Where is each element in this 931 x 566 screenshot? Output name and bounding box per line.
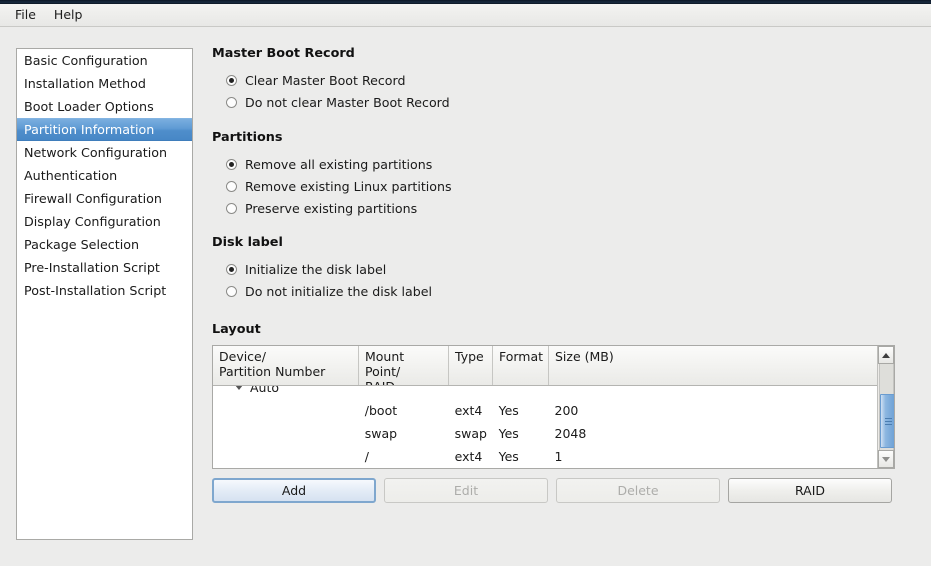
cell-format: Yes bbox=[498, 449, 519, 464]
cell-format: Yes bbox=[498, 403, 519, 418]
table-header-mount-line2: RAID bbox=[365, 379, 442, 385]
cell-device: Auto bbox=[213, 386, 359, 395]
table-body[interactable]: Auto /boot ext4 Yes 200 swap swap Yes 20… bbox=[213, 386, 878, 468]
radio-label-initialize-disk-label: Initialize the disk label bbox=[245, 261, 387, 277]
radio-row-do-not-clear-mbr[interactable]: Do not clear Master Boot Record bbox=[226, 91, 917, 113]
radio-icon-do-not-initialize-disk-label[interactable] bbox=[226, 285, 237, 297]
raid-button[interactable]: RAID bbox=[728, 478, 892, 503]
cell-mount: /boot bbox=[364, 403, 398, 418]
partition-information-panel: Master Boot Record Clear Master Boot Rec… bbox=[212, 46, 917, 503]
cell-type: ext4 bbox=[454, 403, 483, 418]
sidebar-item-authentication[interactable]: Authentication bbox=[17, 164, 192, 187]
sidebar-item-display-configuration[interactable]: Display Configuration bbox=[17, 210, 192, 233]
table-header-size[interactable]: Size (MB) bbox=[549, 346, 879, 385]
sidebar-item-pre-installation-script[interactable]: Pre-Installation Script bbox=[17, 256, 192, 279]
cell-size: 1 bbox=[554, 449, 563, 464]
radio-label-remove-all-partitions: Remove all existing partitions bbox=[245, 156, 433, 172]
sidebar-item-boot-loader-options[interactable]: Boot Loader Options bbox=[17, 95, 192, 118]
menu-item-file[interactable]: File bbox=[6, 5, 45, 25]
configuration-steps-list[interactable]: Basic Configuration Installation Method … bbox=[16, 48, 193, 540]
sidebar-item-partition-information[interactable]: Partition Information bbox=[17, 118, 192, 141]
table-header-device-line1: Device/ bbox=[219, 349, 266, 364]
radio-row-remove-linux-partitions[interactable]: Remove existing Linux partitions bbox=[226, 175, 917, 197]
section-title-layout: Layout bbox=[212, 322, 261, 337]
radio-icon-remove-all-partitions[interactable] bbox=[226, 158, 237, 170]
radio-icon-remove-linux-partitions[interactable] bbox=[226, 180, 237, 192]
radio-label-do-not-clear-mbr: Do not clear Master Boot Record bbox=[245, 94, 450, 110]
radio-label-do-not-initialize-disk-label: Do not initialize the disk label bbox=[245, 283, 433, 299]
table-row[interactable]: Auto bbox=[213, 386, 878, 399]
chevron-down-icon[interactable] bbox=[235, 386, 243, 390]
cell-device-text: Auto bbox=[250, 386, 280, 395]
sidebar-item-installation-method[interactable]: Installation Method bbox=[17, 72, 192, 95]
table-row[interactable]: / ext4 Yes 1 bbox=[213, 445, 878, 468]
table-header-row: Device/ Partition Number Mount Point/ RA… bbox=[213, 346, 894, 386]
menu-bar: File Help bbox=[0, 4, 931, 27]
radio-row-do-not-initialize-disk-label[interactable]: Do not initialize the disk label bbox=[226, 280, 917, 302]
radio-icon-initialize-disk-label[interactable] bbox=[226, 263, 237, 275]
section-title-disk-label: Disk label bbox=[212, 235, 283, 250]
sidebar-item-package-selection[interactable]: Package Selection bbox=[17, 233, 192, 256]
table-header-device-line2: Partition Number bbox=[219, 364, 326, 379]
scroll-down-button[interactable] bbox=[878, 450, 894, 468]
section-title-master-boot-record: Master Boot Record bbox=[212, 46, 355, 61]
menu-item-help[interactable]: Help bbox=[45, 5, 92, 25]
cell-size: 200 bbox=[554, 403, 579, 418]
main-content: Basic Configuration Installation Method … bbox=[0, 28, 931, 566]
delete-button: Delete bbox=[556, 478, 720, 503]
table-header-device[interactable]: Device/ Partition Number bbox=[213, 346, 359, 385]
table-row[interactable]: /boot ext4 Yes 200 bbox=[213, 399, 878, 422]
add-button[interactable]: Add bbox=[212, 478, 376, 503]
vertical-scrollbar[interactable] bbox=[877, 346, 894, 468]
scrollbar-trough[interactable] bbox=[879, 364, 894, 450]
chevron-down-icon bbox=[882, 456, 890, 462]
scrollbar-thumb[interactable] bbox=[880, 394, 894, 448]
radio-label-preserve-partitions: Preserve existing partitions bbox=[245, 200, 418, 216]
radio-row-initialize-disk-label[interactable]: Initialize the disk label bbox=[226, 258, 917, 280]
cell-type: swap bbox=[454, 426, 487, 441]
table-header-type[interactable]: Type bbox=[449, 346, 493, 385]
radio-icon-clear-mbr[interactable] bbox=[226, 74, 237, 86]
chevron-up-icon bbox=[882, 352, 890, 358]
section-title-partitions: Partitions bbox=[212, 130, 283, 145]
radio-row-clear-mbr[interactable]: Clear Master Boot Record bbox=[226, 69, 917, 91]
edit-button: Edit bbox=[384, 478, 548, 503]
radio-label-clear-mbr: Clear Master Boot Record bbox=[245, 72, 406, 88]
table-header-format[interactable]: Format bbox=[493, 346, 549, 385]
cell-mount: / bbox=[364, 449, 369, 464]
radio-row-preserve-partitions[interactable]: Preserve existing partitions bbox=[226, 197, 917, 219]
radio-icon-do-not-clear-mbr[interactable] bbox=[226, 96, 237, 108]
radio-row-remove-all-partitions[interactable]: Remove all existing partitions bbox=[226, 153, 917, 175]
cell-type: ext4 bbox=[454, 449, 483, 464]
scroll-up-button[interactable] bbox=[878, 346, 894, 364]
partition-layout-table[interactable]: Device/ Partition Number Mount Point/ RA… bbox=[212, 345, 895, 469]
scrollbar-grip-icon bbox=[885, 418, 892, 425]
cell-mount: swap bbox=[364, 426, 398, 441]
sidebar-item-basic-configuration[interactable]: Basic Configuration bbox=[17, 49, 192, 72]
radio-label-remove-linux-partitions: Remove existing Linux partitions bbox=[245, 178, 452, 194]
cell-format: Yes bbox=[498, 426, 519, 441]
sidebar-item-firewall-configuration[interactable]: Firewall Configuration bbox=[17, 187, 192, 210]
table-row[interactable]: swap swap Yes 2048 bbox=[213, 422, 878, 445]
table-header-mount-line1: Mount Point/ bbox=[365, 349, 405, 379]
cell-size: 2048 bbox=[554, 426, 587, 441]
table-header-mount-point[interactable]: Mount Point/ RAID bbox=[359, 346, 449, 385]
sidebar-item-network-configuration[interactable]: Network Configuration bbox=[17, 141, 192, 164]
layout-action-buttons: Add Edit Delete RAID bbox=[212, 478, 917, 503]
sidebar-item-post-installation-script[interactable]: Post-Installation Script bbox=[17, 279, 192, 302]
radio-icon-preserve-partitions[interactable] bbox=[226, 202, 237, 214]
